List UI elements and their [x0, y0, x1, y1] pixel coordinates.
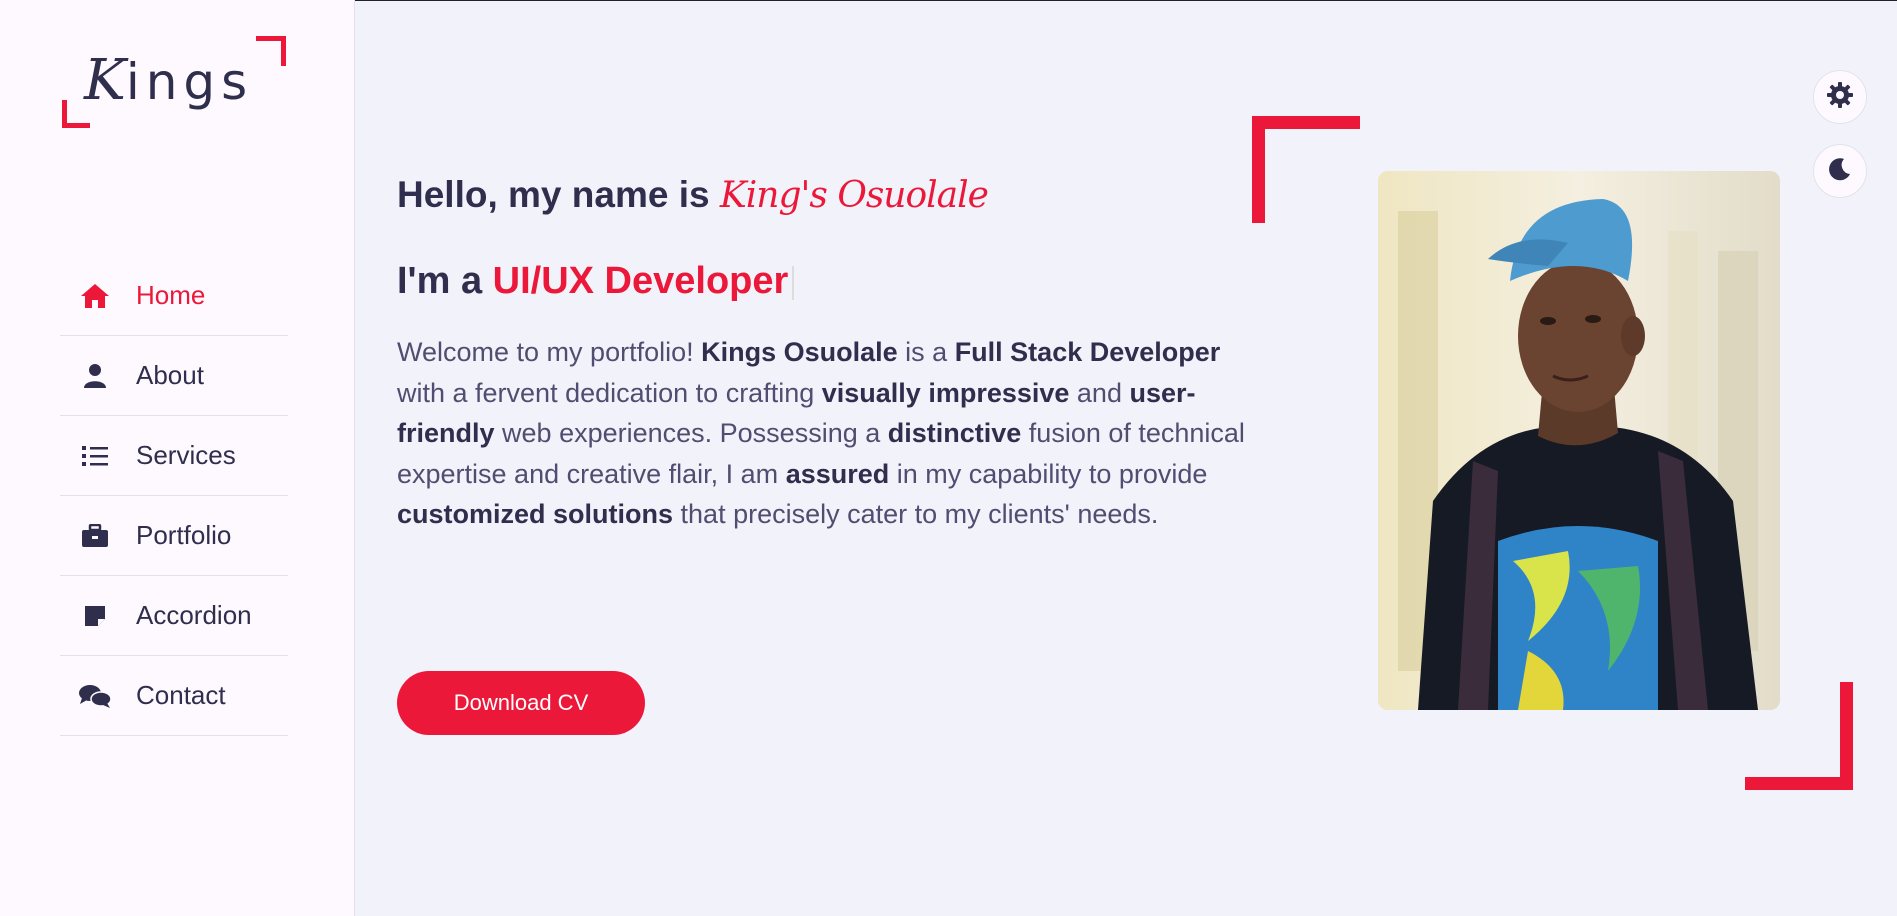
profile-photo [1378, 171, 1780, 710]
typing-cursor [792, 265, 795, 300]
nav-item-home[interactable]: Home [60, 256, 288, 336]
nav-item-about[interactable]: About [60, 336, 288, 416]
logo-corner-top-right [256, 36, 286, 66]
settings-button[interactable] [1813, 70, 1867, 124]
nav-item-portfolio[interactable]: Portfolio [60, 496, 288, 576]
nav-label: About [136, 360, 204, 390]
logo[interactable]: Kings [62, 36, 286, 128]
main-nav: Home About Services Portfolio Accordion [60, 256, 288, 736]
nav-label: Portfolio [136, 520, 232, 550]
comments-icon [78, 683, 112, 709]
home-icon [78, 283, 112, 309]
list-icon [78, 445, 112, 467]
name-text: King's Osuolale [719, 175, 989, 216]
theme-toggle-button[interactable] [1813, 144, 1867, 198]
sidebar: Kings Home About Services Portfolio Acco… [0, 0, 355, 916]
briefcase-icon [78, 523, 112, 548]
nav-label: Contact [136, 680, 226, 710]
user-icon [78, 363, 112, 389]
nav-label: Home [136, 280, 206, 310]
greeting-heading: Hello, my name is King's Osuolale [397, 174, 989, 216]
nav-label: Services [136, 440, 236, 470]
moon-icon [1828, 157, 1852, 185]
nav-item-accordion[interactable]: Accordion [60, 576, 288, 656]
nav-item-services[interactable]: Services [60, 416, 288, 496]
intro-paragraph: Welcome to my portfolio! Kings Osuolale … [397, 337, 1245, 529]
nav-item-contact[interactable]: Contact [60, 656, 288, 736]
nav-label: Accordion [136, 600, 252, 630]
gear-icon [1827, 82, 1853, 112]
note-icon [78, 604, 112, 628]
role-heading: I'm a UI/UX Developer [397, 260, 795, 303]
logo-text: Kings [84, 48, 254, 113]
download-cv-button[interactable]: Download CV [397, 671, 645, 735]
photo-frame-top-left [1252, 116, 1360, 223]
typed-role: UI/UX Developer [492, 260, 789, 302]
